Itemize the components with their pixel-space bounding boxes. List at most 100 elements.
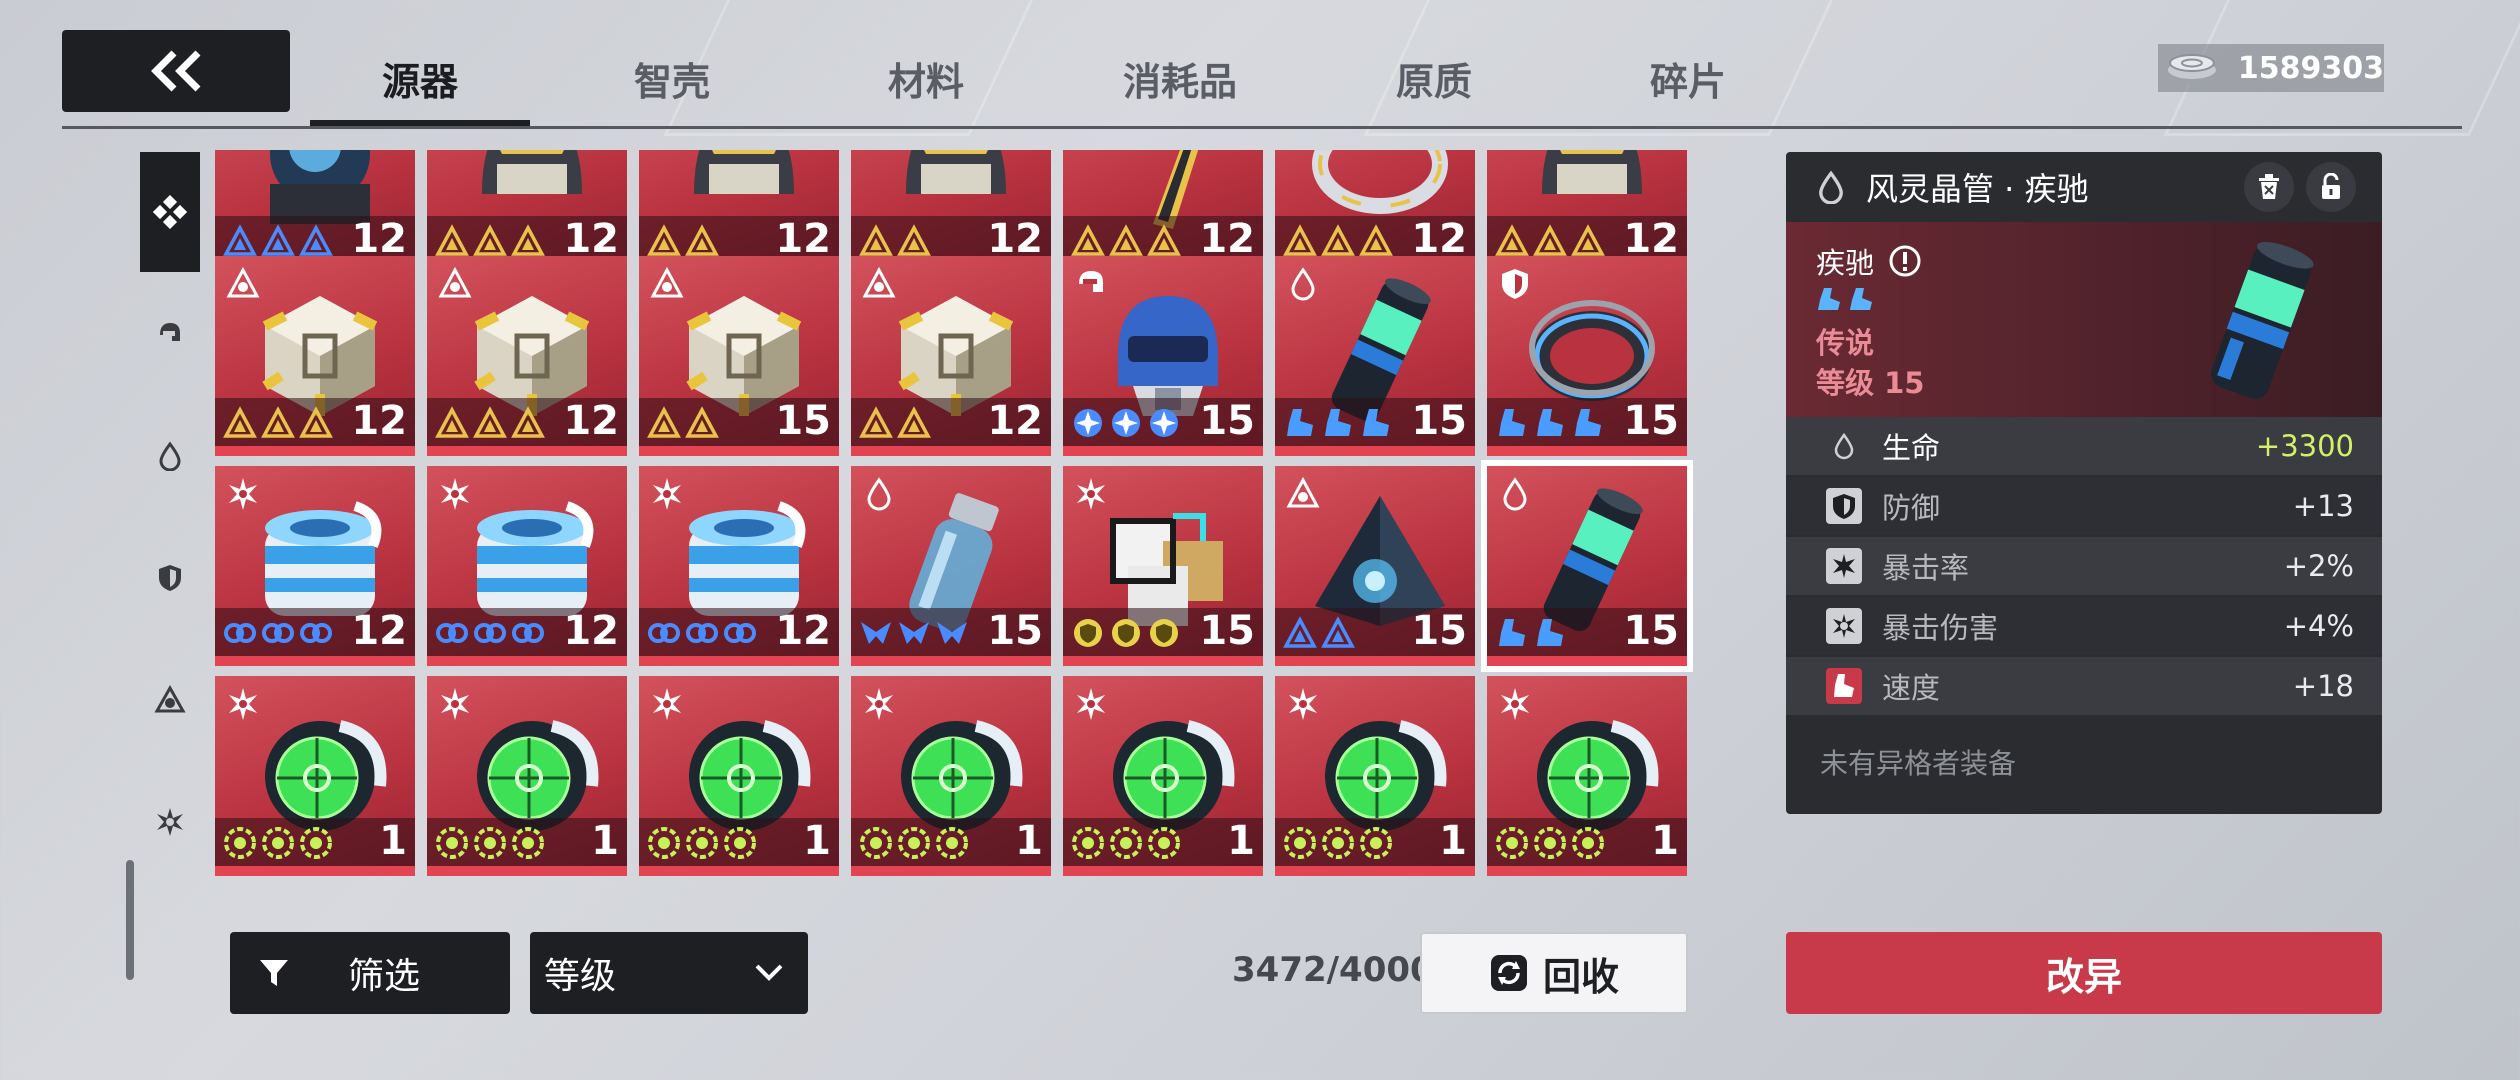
filter-button[interactable]: 筛选 [230,932,510,1014]
modify-label: 改异 [2045,954,2122,999]
item-level: 15 [1623,608,1679,654]
green-gear-set-icon [1283,826,1317,860]
category-burst[interactable] [140,762,200,882]
gold-tri-set-icon [511,224,545,258]
back-button[interactable] [62,30,290,112]
stat-name: 速度 [1882,671,1941,705]
triangle-star-icon [154,685,186,713]
green-gear-set-icon [1359,826,1393,860]
recycle-button[interactable]: 回收 [1420,932,1688,1014]
lock-button[interactable] [2306,162,2356,212]
inventory-item[interactable]: 12 [215,256,415,456]
gold-tri-set-icon [223,406,257,440]
panel-header: 风灵晶管 · 疾驰 [1786,152,2382,222]
gold-tri-set-icon [1571,224,1605,258]
boot-icon [1850,288,1872,310]
green-gear-set-icon [897,826,931,860]
inventory-item-selected[interactable]: 15 [1481,460,1693,672]
item-level: 1 [1439,818,1467,864]
item-level: 1 [379,818,407,864]
stat-name: 暴击伤害 [1882,611,1999,645]
stat-value: +4% [2283,609,2354,643]
item-level: 1 [1015,818,1043,864]
inventory-item[interactable]: 1 [1487,676,1687,876]
item-level: 等级 15 [1816,366,1925,400]
inventory-item[interactable]: 15 [639,256,839,456]
discard-button[interactable] [2244,162,2294,212]
green-gear-set-icon [1321,826,1355,860]
tab-fragments[interactable]: 碎片 [1578,30,1798,126]
item-level: 12 [563,398,619,444]
tab-shell[interactable]: 智壳 [562,30,782,126]
inventory-item[interactable]: 1 [851,676,1051,876]
inventory-item[interactable]: 12 [639,466,839,666]
stat-name: 生命 [1882,431,1941,465]
category-all[interactable] [140,152,200,272]
info-icon[interactable] [1888,244,1922,278]
inventory-item[interactable]: 1 [215,676,415,876]
item-level: 12 [987,398,1043,444]
blue-link-set-icon [261,616,295,650]
inventory-item[interactable]: 1 [427,676,627,876]
inventory-item[interactable]: 15 [1487,256,1687,456]
blue-tri-set-icon [261,224,295,258]
category-triangle-star[interactable] [140,640,200,760]
tab-consumables[interactable]: 消耗品 [1070,30,1290,126]
inventory-item[interactable]: 12 [427,256,627,456]
sort-dropdown[interactable]: 等级 [530,932,808,1014]
gold-tri-set-icon [1071,224,1105,258]
inventory-item[interactable]: 15 [1275,466,1475,666]
gold-tri-set-icon [435,406,469,440]
blue-link-set-icon [723,616,757,650]
gold-tri-set-icon [473,406,507,440]
tab-materials[interactable]: 材料 [816,30,1036,126]
inventory-item[interactable]: 15 [1063,466,1263,666]
inventory-item[interactable]: 1 [639,676,839,876]
item-level: 15 [1199,608,1255,654]
gold-tri-set-icon [261,406,295,440]
item-detail-panel: 风灵晶管 · 疾驰 疾驰 传说 等级 15 生命 +3300 防御 +13 暴击… [1786,152,2382,814]
inventory-item[interactable]: 15 [851,466,1051,666]
burst-icon [1826,548,1862,584]
item-level: 12 [351,398,407,444]
tab-essence[interactable]: 原质 [1324,30,1544,126]
inventory-capacity: 3472/4000 [1232,950,1434,990]
droplet-icon [1819,170,1843,204]
blue-link-set-icon [647,616,681,650]
modify-button[interactable]: 改异 [1786,932,2382,1014]
inventory-item[interactable]: 1 [1063,676,1263,876]
gold-tri-set-icon [685,224,719,258]
gold-tri-set-icon [473,224,507,258]
green-gear-set-icon [1109,826,1143,860]
blue-wing-set-icon [935,616,969,650]
item-title: 风灵晶管 · 疾驰 [1866,170,2089,208]
shield-icon [1826,488,1862,524]
inventory-item[interactable]: 12 [215,466,415,666]
inventory-scrollbar[interactable] [126,860,134,980]
tab-label: 源器 [381,59,458,104]
gold-tri-set-icon [897,406,931,440]
green-gear-set-icon [935,826,969,860]
gold-tri-set-icon [685,406,719,440]
item-hero: 疾驰 传说 等级 15 [1786,222,2382,417]
gold-tri-set-icon [299,406,333,440]
category-shield[interactable] [140,518,200,638]
recycle-label: 回收 [1542,954,1619,999]
category-droplet[interactable] [140,396,200,516]
inventory-item[interactable]: 1 [1275,676,1475,876]
inventory-item[interactable]: 15 [1063,256,1263,456]
blue-link-set-icon [685,616,719,650]
gold-tri-set-icon [647,406,681,440]
inventory-item[interactable]: 15 [1275,256,1475,456]
yellow-shield-set-icon [1147,616,1181,650]
tab-source[interactable]: 源器 [310,30,530,128]
inventory-item[interactable]: 12 [427,466,627,666]
inventory-item[interactable]: 12 [851,256,1051,456]
sub-stat-row: 速度 +18 [1786,657,2382,715]
droplet-icon [1826,428,1862,464]
green-gear-set-icon [511,826,545,860]
category-helmet[interactable] [140,274,200,394]
sub-stat-row: 防御 +13 [1786,477,2382,535]
stat-name: 暴击率 [1882,551,1970,585]
green-gear-set-icon [435,826,469,860]
